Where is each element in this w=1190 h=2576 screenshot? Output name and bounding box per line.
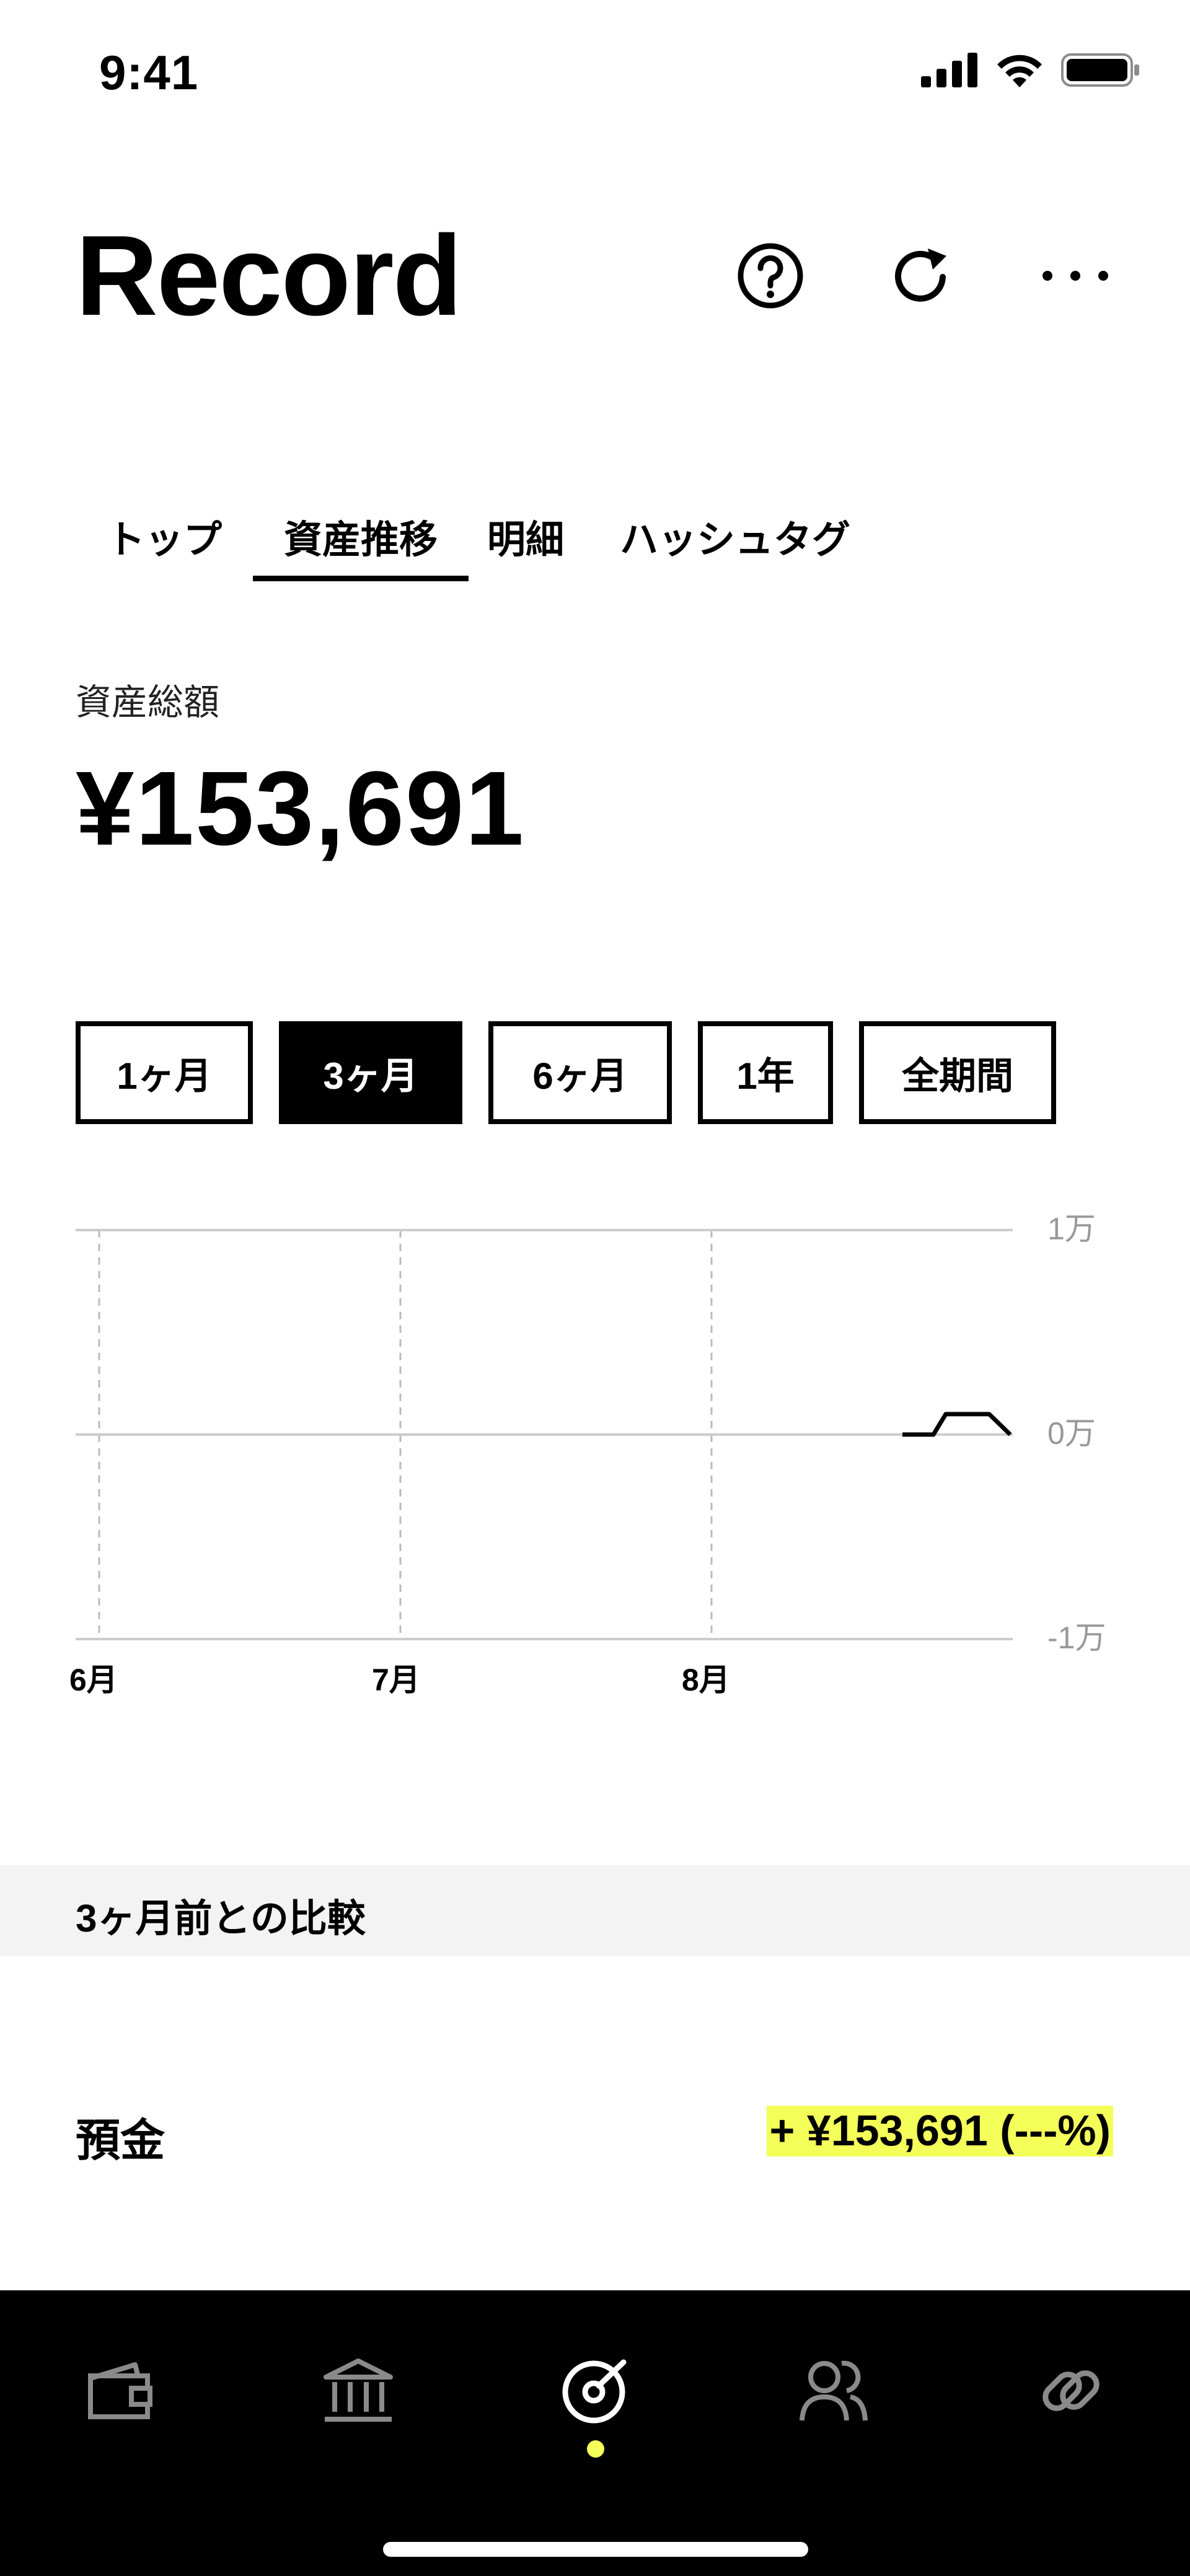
signal-icon [921, 53, 977, 87]
nav-wallet[interactable] [77, 2347, 164, 2434]
x-tick-label: 8月 [682, 1663, 730, 1697]
period-all-button[interactable]: 全期間 [859, 1021, 1056, 1124]
tab-label: 明細 [487, 519, 565, 561]
active-nav-indicator [587, 2440, 604, 2458]
status-time: 9:41 [99, 45, 199, 100]
help-icon [738, 243, 803, 309]
series-line [902, 1412, 1012, 1437]
x-tick-label: 7月 [372, 1663, 420, 1697]
more-button[interactable] [1041, 242, 1109, 310]
period-label: 全期間 [902, 1055, 1013, 1097]
period-label: 3ヶ月 [323, 1055, 418, 1097]
y-tick-label: 0万 [1047, 1416, 1096, 1451]
y-tick-label: -1万 [1047, 1620, 1106, 1655]
nav-link[interactable] [1028, 2347, 1114, 2434]
tab-label: 資産推移 [284, 519, 438, 561]
page-title: Record [76, 211, 462, 339]
nav-record[interactable] [552, 2347, 638, 2434]
refresh-button[interactable] [888, 242, 956, 310]
asset-history-chart: 1万 0万 -1万 6月 7月 8月 [69, 1211, 1106, 1697]
help-button[interactable] [736, 242, 804, 310]
bank-icon [324, 2358, 393, 2422]
battery-icon [1061, 53, 1139, 87]
tab-bar: トップ 資産推移 明細 ハッシュタグ [76, 496, 888, 582]
x-tick-label: 6月 [69, 1663, 118, 1697]
nav-bank[interactable] [315, 2347, 402, 2434]
total-assets-value: ¥153,691 [76, 750, 526, 868]
wallet-icon [88, 2362, 152, 2419]
tab-label: ハッシュタグ [620, 519, 851, 561]
deposit-change-value: + ¥153,691 (---%) [767, 2106, 1113, 2156]
wifi-icon [997, 55, 1042, 87]
period-1-year-button[interactable]: 1年 [698, 1021, 833, 1124]
period-label: 1年 [736, 1055, 795, 1097]
refresh-icon [895, 248, 946, 302]
home-indicator[interactable] [383, 2542, 808, 2557]
total-assets-label: 資産総額 [76, 682, 220, 723]
tab-details[interactable]: 明細 [469, 496, 583, 576]
tab-asset-history[interactable]: 資産推移 [253, 496, 469, 581]
link-icon [1042, 2370, 1100, 2411]
y-tick-label: 1万 [1047, 1211, 1096, 1246]
tab-hashtag[interactable]: ハッシュタグ [583, 496, 888, 576]
people-icon [800, 2360, 868, 2421]
more-icon [1042, 271, 1108, 281]
period-label: 1ヶ月 [117, 1055, 212, 1097]
deposit-label: 預金 [76, 2116, 165, 2166]
tab-top[interactable]: トップ [76, 496, 253, 576]
period-selector: 1ヶ月 3ヶ月 6ヶ月 1年 全期間 [76, 1021, 1056, 1124]
period-6-month-button[interactable]: 6ヶ月 [488, 1021, 672, 1124]
record-icon [562, 2359, 627, 2424]
period-1-month-button[interactable]: 1ヶ月 [76, 1021, 253, 1124]
bottom-nav [0, 2290, 1190, 2576]
period-label: 6ヶ月 [532, 1055, 628, 1097]
tab-label: トップ [107, 519, 223, 561]
status-icons [921, 52, 1140, 88]
period-3-month-button[interactable]: 3ヶ月 [279, 1021, 462, 1124]
comparison-title: 3ヶ月前との比較 [76, 1897, 366, 1940]
nav-people[interactable] [790, 2347, 876, 2434]
